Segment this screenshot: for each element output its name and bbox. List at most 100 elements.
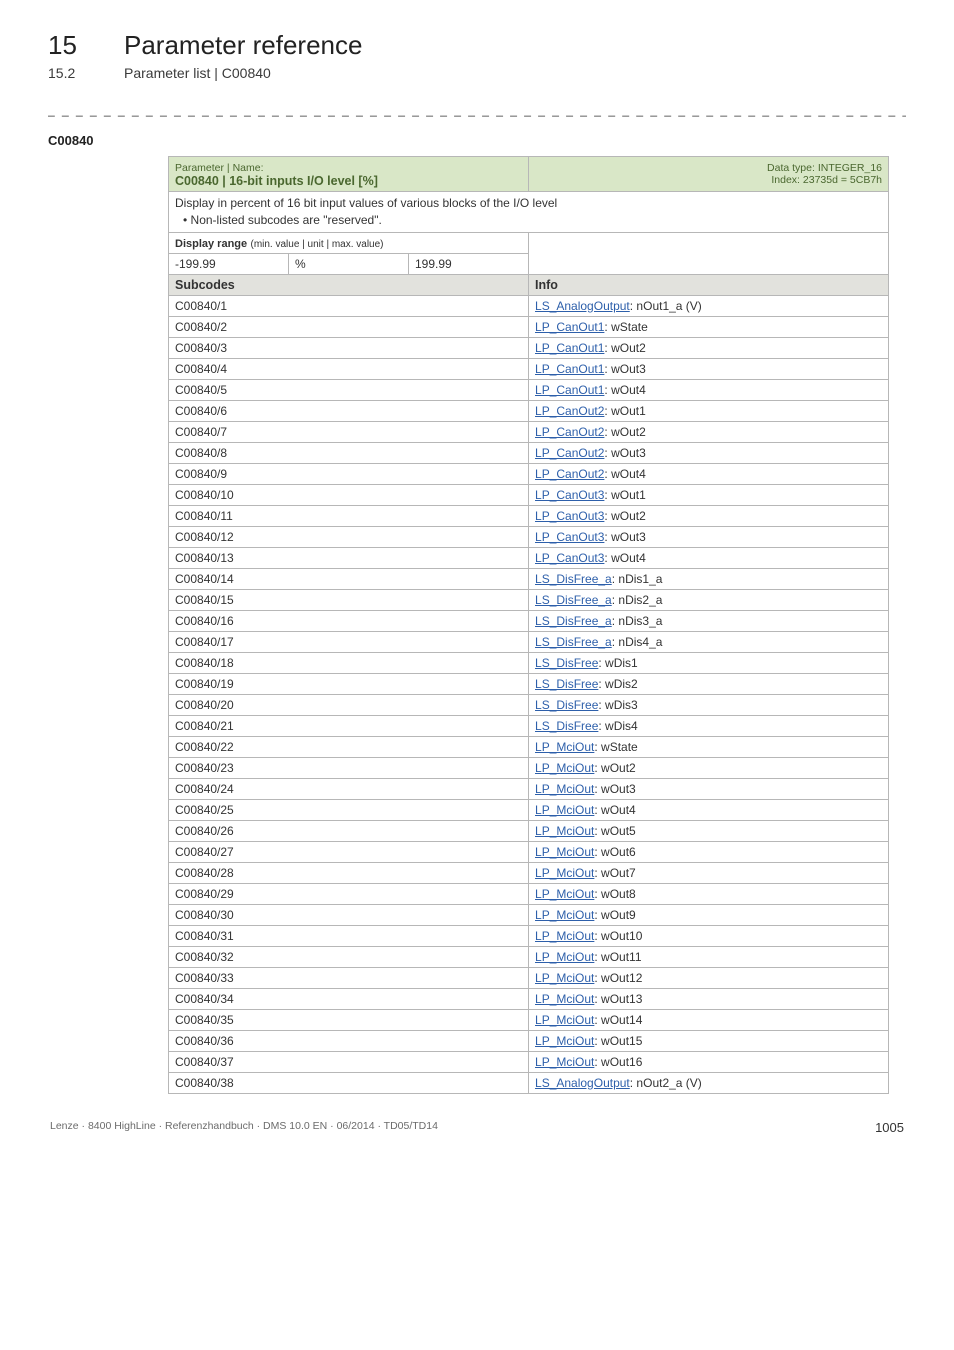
table-row: C00840/8LP_CanOut2: wOut3 [169, 442, 889, 463]
reference-link[interactable]: LP_MciOut [535, 992, 594, 1006]
subcode-cell: C00840/33 [169, 967, 529, 988]
subcode-cell: C00840/13 [169, 547, 529, 568]
reference-link[interactable]: LP_CanOut1 [535, 362, 604, 376]
table-row: C00840/35LP_MciOut: wOut14 [169, 1009, 889, 1030]
reference-link[interactable]: LP_MciOut [535, 950, 594, 964]
info-cell: LP_CanOut1: wOut4 [529, 379, 889, 400]
subcodes-col-header: Subcodes [169, 274, 529, 295]
reference-link[interactable]: LS_AnalogOutput [535, 1076, 630, 1090]
info-suffix: : wDis3 [598, 698, 637, 712]
subcode-cell: C00840/8 [169, 442, 529, 463]
info-cell: LP_CanOut2: wOut1 [529, 400, 889, 421]
table-row: C00840/36LP_MciOut: wOut15 [169, 1030, 889, 1051]
subcode-cell: C00840/5 [169, 379, 529, 400]
info-suffix: : wDis4 [598, 719, 637, 733]
reference-link[interactable]: LP_MciOut [535, 866, 594, 880]
reference-link[interactable]: LP_CanOut1 [535, 320, 604, 334]
reference-link[interactable]: LP_CanOut3 [535, 488, 604, 502]
reference-link[interactable]: LP_MciOut [535, 1013, 594, 1027]
reference-link[interactable]: LP_MciOut [535, 929, 594, 943]
reference-link[interactable]: LP_CanOut2 [535, 446, 604, 460]
info-suffix: : wOut9 [594, 908, 635, 922]
subcode-cell: C00840/17 [169, 631, 529, 652]
reference-link[interactable]: LP_MciOut [535, 1034, 594, 1048]
subcode-cell: C00840/23 [169, 757, 529, 778]
param-description: Display in percent of 16 bit input value… [169, 192, 889, 233]
subcode-cell: C00840/38 [169, 1072, 529, 1093]
info-suffix: : wState [594, 740, 637, 754]
chapter-title: Parameter reference [124, 30, 362, 61]
reference-link[interactable]: LP_MciOut [535, 740, 594, 754]
param-type-cell: Data type: INTEGER_16 Index: 23735d = 5C… [529, 157, 889, 192]
display-range-min: -199.99 [169, 253, 289, 274]
subcode-cell: C00840/24 [169, 778, 529, 799]
subcode-cell: C00840/4 [169, 358, 529, 379]
table-row: C00840/9LP_CanOut2: wOut4 [169, 463, 889, 484]
subcode-cell: C00840/21 [169, 715, 529, 736]
reference-link[interactable]: LP_CanOut2 [535, 467, 604, 481]
reference-link[interactable]: LP_MciOut [535, 971, 594, 985]
reference-link[interactable]: LP_MciOut [535, 1055, 594, 1069]
subcode-cell: C00840/3 [169, 337, 529, 358]
reference-link[interactable]: LP_MciOut [535, 824, 594, 838]
subcode-cell: C00840/22 [169, 736, 529, 757]
info-cell: LP_MciOut: wOut3 [529, 778, 889, 799]
table-row: C00840/18LS_DisFree: wDis1 [169, 652, 889, 673]
info-suffix: : wOut6 [594, 845, 635, 859]
info-cell: LP_MciOut: wOut5 [529, 820, 889, 841]
info-cell: LP_MciOut: wOut10 [529, 925, 889, 946]
info-cell: LS_AnalogOutput: nOut1_a (V) [529, 295, 889, 316]
table-row: C00840/12LP_CanOut3: wOut3 [169, 526, 889, 547]
reference-link[interactable]: LP_CanOut3 [535, 530, 604, 544]
info-suffix: : wOut1 [604, 404, 645, 418]
table-row: C00840/7LP_CanOut2: wOut2 [169, 421, 889, 442]
info-suffix: : wOut3 [594, 782, 635, 796]
info-suffix: : wOut3 [604, 362, 645, 376]
subcode-cell: C00840/35 [169, 1009, 529, 1030]
table-row: C00840/38LS_AnalogOutput: nOut2_a (V) [169, 1072, 889, 1093]
info-suffix: : wDis2 [598, 677, 637, 691]
chapter-number: 15 [48, 30, 96, 61]
subcode-cell: C00840/12 [169, 526, 529, 547]
info-cell: LP_MciOut: wOut14 [529, 1009, 889, 1030]
info-suffix: : nDis1_a [612, 572, 663, 586]
info-suffix: : wOut2 [594, 761, 635, 775]
reference-link[interactable]: LP_MciOut [535, 803, 594, 817]
reference-link[interactable]: LP_CanOut2 [535, 404, 604, 418]
info-cell: LP_CanOut2: wOut4 [529, 463, 889, 484]
info-suffix: : nOut1_a (V) [630, 299, 702, 313]
reference-link[interactable]: LS_DisFree_a [535, 593, 612, 607]
info-suffix: : wOut13 [594, 992, 642, 1006]
info-suffix: : wOut4 [594, 803, 635, 817]
reference-link[interactable]: LP_MciOut [535, 908, 594, 922]
reference-link[interactable]: LS_DisFree_a [535, 572, 612, 586]
info-suffix: : wOut14 [594, 1013, 642, 1027]
table-row: C00840/11LP_CanOut3: wOut2 [169, 505, 889, 526]
reference-link[interactable]: LP_MciOut [535, 887, 594, 901]
info-cell: LP_CanOut1: wOut2 [529, 337, 889, 358]
reference-link[interactable]: LP_MciOut [535, 761, 594, 775]
reference-link[interactable]: LS_DisFree [535, 656, 598, 670]
reference-link[interactable]: LP_CanOut3 [535, 551, 604, 565]
reference-link[interactable]: LS_AnalogOutput [535, 299, 630, 313]
subcode-cell: C00840/19 [169, 673, 529, 694]
reference-link[interactable]: LP_CanOut1 [535, 383, 604, 397]
table-row: C00840/14 LS_DisFree_a: nDis1_a [169, 568, 889, 589]
subcode-cell: C00840/14 [169, 568, 529, 589]
info-cell: LS_DisFree: wDis4 [529, 715, 889, 736]
reference-link[interactable]: LP_CanOut2 [535, 425, 604, 439]
subcode-cell: C00840/28 [169, 862, 529, 883]
reference-link[interactable]: LS_DisFree [535, 677, 598, 691]
reference-link[interactable]: LP_CanOut1 [535, 341, 604, 355]
info-suffix: : wOut1 [604, 488, 645, 502]
reference-link[interactable]: LP_MciOut [535, 782, 594, 796]
info-cell: LP_MciOut: wOut2 [529, 757, 889, 778]
reference-link[interactable]: LP_MciOut [535, 845, 594, 859]
page-number: 1005 [875, 1120, 904, 1135]
reference-link[interactable]: LS_DisFree [535, 719, 598, 733]
reference-link[interactable]: LS_DisFree_a [535, 614, 612, 628]
reference-link[interactable]: LS_DisFree_a [535, 635, 612, 649]
reference-link[interactable]: LP_CanOut3 [535, 509, 604, 523]
info-cell: LP_CanOut3: wOut4 [529, 547, 889, 568]
reference-link[interactable]: LS_DisFree [535, 698, 598, 712]
